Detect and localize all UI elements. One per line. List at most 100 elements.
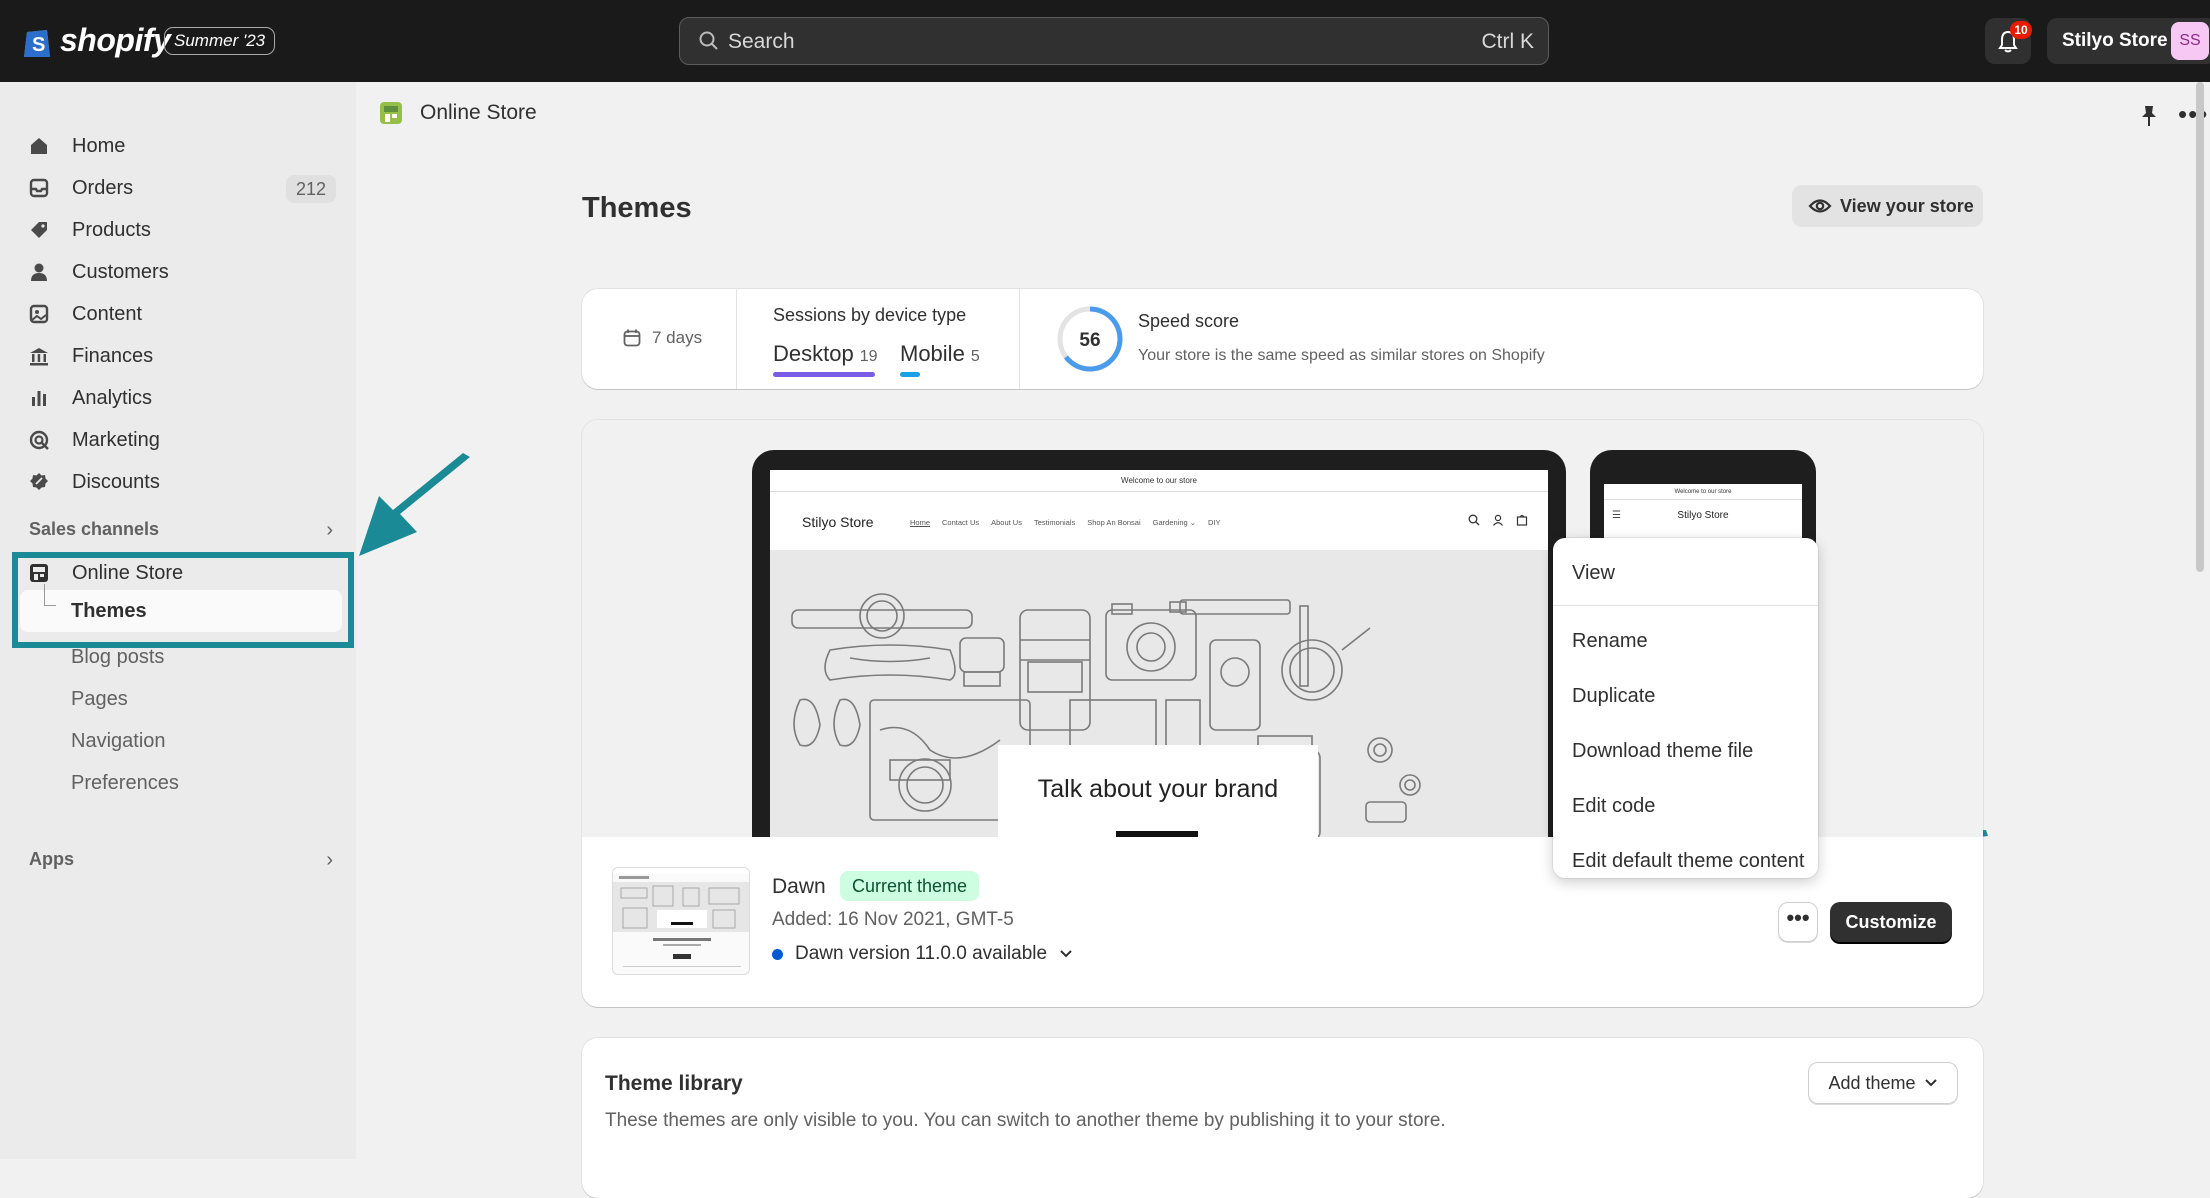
notification-count-badge: 10 (2010, 21, 2032, 39)
bar-chart-icon (26, 385, 52, 411)
divider (736, 289, 737, 389)
shopify-logo[interactable]: S shopify (22, 22, 171, 59)
chevron-right-icon: › (326, 849, 333, 871)
account-icon (1493, 514, 1503, 526)
menu-item-edit-code[interactable]: Edit code (1572, 795, 1655, 818)
update-dot-icon (772, 948, 783, 960)
calendar-icon (623, 329, 641, 347)
stats-card: 7 days Sessions by device type Desktop 19… (582, 289, 1983, 389)
notifications-button[interactable]: 10 (1985, 18, 2032, 64)
hero-heading: Talk about your brand (1037, 775, 1279, 803)
sidebar-item-pages[interactable]: Pages (71, 688, 128, 711)
mobile-sessions[interactable]: Mobile 5 (900, 341, 980, 367)
theme-actions-menu: View Rename Duplicate Download theme fil… (1553, 538, 1818, 878)
sidebar-item-home[interactable]: Home (26, 127, 336, 165)
shopify-bag-icon: S (24, 29, 50, 57)
preview-nav-item: Gardening ⌄ (1152, 518, 1197, 527)
sidebar-item-products[interactable]: Products (26, 211, 336, 249)
customize-button[interactable]: Customize (1830, 902, 1952, 942)
image-icon (26, 301, 52, 327)
hero-text-box: Talk about your brand (998, 745, 1318, 837)
pin-icon[interactable] (2138, 104, 2160, 128)
preview-nav-item: Shop An Bonsai (1087, 518, 1141, 527)
theme-version-label: Dawn version 11.0.0 available (795, 943, 1048, 964)
chevron-down-icon (1060, 950, 1072, 958)
theme-library-title: Theme library (605, 1072, 743, 1095)
menu-item-rename[interactable]: Rename (1572, 630, 1648, 653)
menu-item-view[interactable]: View (1572, 562, 1615, 585)
desktop-count: 19 (859, 348, 878, 365)
sidebar-item-orders[interactable]: Orders 212 (26, 169, 336, 207)
sidebar-item-customers[interactable]: Customers (26, 253, 336, 291)
sales-channels-heading[interactable]: Sales channels › (29, 519, 333, 541)
online-store-icon (380, 102, 402, 124)
sidebar-item-finances[interactable]: Finances (26, 337, 336, 375)
search-shortcut: Ctrl K (1481, 30, 1535, 53)
preview-header-icons (1468, 514, 1528, 526)
add-theme-button[interactable]: Add theme (1808, 1062, 1958, 1104)
speed-score-title: Speed score (1138, 311, 1240, 331)
sidebar-item-discounts[interactable]: Discounts (26, 463, 336, 501)
sidebar-item-marketing[interactable]: Marketing (26, 421, 336, 459)
mobile-label: Mobile (900, 341, 965, 366)
preview-nav-item: DIY (1208, 518, 1221, 527)
home-icon (26, 133, 52, 159)
theme-actions-button[interactable]: ••• (1778, 902, 1818, 942)
store-name: Stilyo Store (2062, 30, 2168, 51)
preview-store-name: Stilyo Store (802, 514, 874, 530)
theme-library-subtitle: These themes are only visible to you. Yo… (605, 1110, 1446, 1131)
eye-icon (1808, 199, 1832, 213)
sidebar-item-label: Content (72, 302, 143, 325)
date-range-selector[interactable]: 7 days (622, 328, 702, 348)
desktop-sessions[interactable]: Desktop 19 (773, 341, 878, 367)
menu-item-download-theme-file[interactable]: Download theme file (1572, 740, 1753, 763)
breadcrumb[interactable]: Online Store (378, 100, 537, 126)
search-placeholder: Search (728, 30, 795, 53)
page-scrollbar[interactable] (2196, 82, 2204, 572)
speed-score-value: 56 (1079, 330, 1100, 351)
speed-score-gauge[interactable]: 56 (1056, 305, 1124, 373)
annotation-arrow-icon (359, 453, 470, 556)
sales-channels-label: Sales channels (29, 519, 160, 539)
page-title: Themes (582, 192, 692, 224)
sidebar-item-label: Customers (72, 260, 169, 283)
preview-nav-item: Testimonials (1033, 518, 1076, 527)
brand-wordmark: shopify (60, 22, 171, 58)
preview-nav-item: About Us (991, 518, 1022, 527)
sidebar-item-content[interactable]: Content (26, 295, 336, 333)
desktop-underline (773, 372, 875, 377)
speed-score-subtitle: Your store is the same speed as similar … (1138, 347, 1545, 364)
store-menu-button[interactable]: Stilyo Store SS (2047, 18, 2210, 64)
theme-thumbnail[interactable] (612, 867, 750, 975)
menu-item-duplicate[interactable]: Duplicate (1572, 685, 1655, 708)
sidebar-item-blog-posts[interactable]: Blog posts (71, 646, 164, 669)
chevron-right-icon: › (326, 519, 333, 541)
sidebar-item-label: Discounts (72, 470, 160, 493)
theme-version-update[interactable]: Dawn version 11.0.0 available (772, 943, 1073, 965)
breadcrumb-label: Online Store (420, 101, 537, 124)
mobile-underline (900, 372, 920, 377)
avatar: SS (2171, 22, 2209, 60)
sidebar-item-navigation[interactable]: Navigation (71, 730, 166, 753)
view-store-button[interactable]: View your store (1792, 185, 1983, 227)
cart-icon (1516, 514, 1528, 526)
sidebar-item-analytics[interactable]: Analytics (26, 379, 336, 417)
add-theme-label: Add theme (1828, 1072, 1916, 1093)
menu-item-edit-default-theme-content[interactable]: Edit default theme content (1572, 850, 1804, 873)
apps-heading[interactable]: Apps › (29, 849, 333, 871)
divider (1019, 289, 1020, 389)
orders-count-badge: 212 (285, 175, 336, 203)
sessions-title: Sessions by device type (773, 305, 967, 325)
desktop-preview-screen: Welcome to our store Stilyo Store Home C… (770, 470, 1548, 837)
sidebar-item-label: Products (72, 218, 151, 241)
mobile-store-name: Stilyo Store (1677, 510, 1729, 521)
orders-icon (26, 175, 52, 201)
search-bar[interactable]: Search Ctrl K (679, 17, 1549, 65)
apps-label: Apps (29, 849, 74, 869)
sidebar-item-label: Analytics (72, 386, 153, 409)
sidebar-item-preferences[interactable]: Preferences (71, 772, 179, 795)
desktop-preview: Welcome to our store Stilyo Store Home C… (752, 450, 1566, 837)
store-header: Stilyo Store Home Contact Us About Us Te… (770, 492, 1548, 550)
hero-illustration: Talk about your brand (770, 550, 1548, 837)
preview-nav: Home Contact Us About Us Testimonials Sh… (910, 518, 1221, 527)
